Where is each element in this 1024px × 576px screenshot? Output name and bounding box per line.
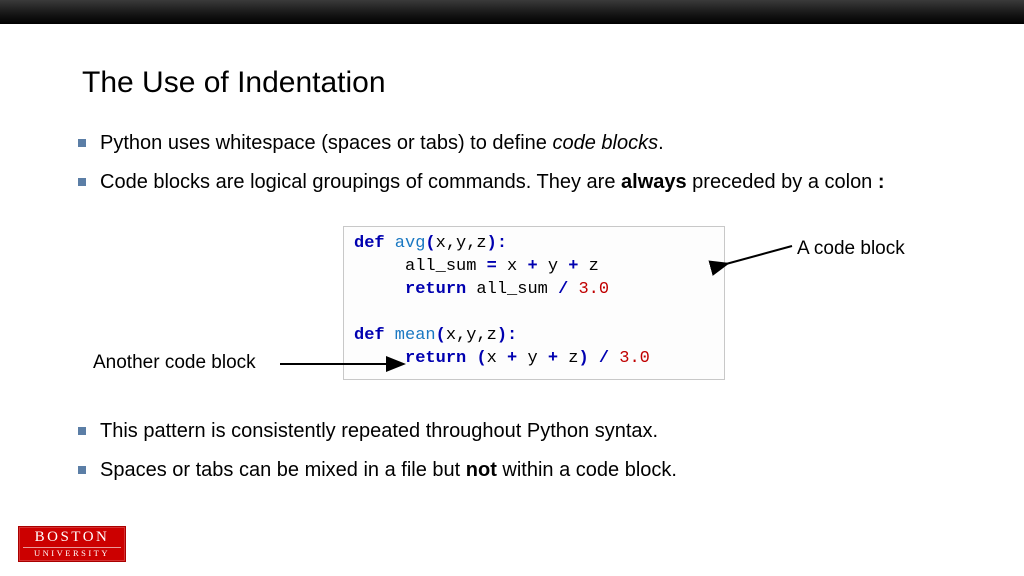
- bullet-item: Spaces or tabs can be mixed in a file bu…: [78, 457, 964, 484]
- bullet-text: Spaces or tabs can be mixed in a file bu…: [100, 457, 964, 484]
- bullet-square-icon: [78, 139, 86, 147]
- bullet-square-icon: [78, 466, 86, 474]
- window-topbar: [0, 0, 1024, 24]
- boston-university-logo: BOSTON UNIVERSITY: [18, 526, 126, 562]
- bullet-item: Code blocks are logical groupings of com…: [78, 169, 964, 196]
- annotation-left: Another code block: [93, 352, 256, 374]
- logo-line2: UNIVERSITY: [19, 549, 125, 558]
- bullet-item: Python uses whitespace (spaces or tabs) …: [78, 130, 964, 157]
- slide-body: The Use of Indentation Python uses white…: [0, 24, 1024, 576]
- bullet-text: This pattern is consistently repeated th…: [100, 418, 964, 445]
- annotation-right: A code block: [797, 238, 905, 260]
- slide-title: The Use of Indentation: [82, 66, 386, 100]
- logo-line1: BOSTON: [23, 530, 121, 548]
- bullet-list-top: Python uses whitespace (spaces or tabs) …: [78, 130, 964, 208]
- bullet-item: This pattern is consistently repeated th…: [78, 418, 964, 445]
- bullet-text: Python uses whitespace (spaces or tabs) …: [100, 130, 964, 157]
- arrow-icon: [278, 354, 408, 374]
- bullet-list-bottom: This pattern is consistently repeated th…: [78, 418, 964, 496]
- bullet-square-icon: [78, 178, 86, 186]
- arrow-icon: [720, 242, 795, 268]
- bullet-square-icon: [78, 427, 86, 435]
- bullet-text: Code blocks are logical groupings of com…: [100, 169, 964, 196]
